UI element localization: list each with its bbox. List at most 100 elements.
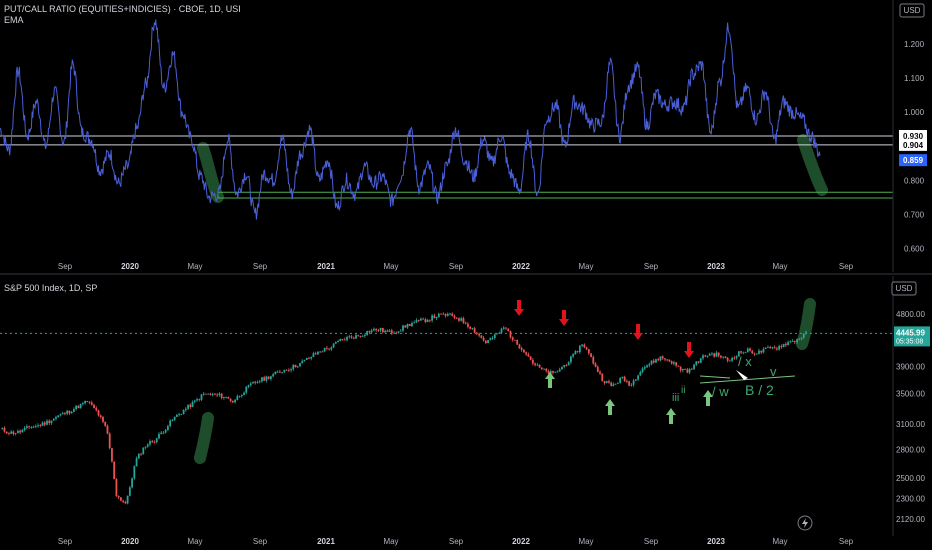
sp500-candle-body — [50, 420, 53, 424]
sp500-candle-body — [789, 341, 792, 343]
wave-label: / w — [712, 384, 729, 399]
sp500-candle-body — [406, 323, 409, 328]
sp500-candle-body — [538, 364, 541, 368]
sp500-candle-body — [238, 396, 241, 397]
sp500-candle-body — [8, 433, 10, 435]
sp500-candle-body — [552, 371, 554, 373]
sp500-candle-body — [124, 501, 127, 504]
sp500-candle-body — [142, 447, 145, 455]
sp500-candle-body — [93, 404, 95, 409]
sp500-candle-body — [621, 376, 624, 378]
sp500-candle-body — [775, 348, 778, 350]
sp500-candle-body — [612, 384, 615, 386]
put-call-x-tick: Sep — [839, 262, 854, 271]
chart-background — [0, 0, 932, 550]
sp500-candle-body — [484, 340, 487, 344]
sp500-candle-body — [133, 466, 136, 479]
sp500-candle-body — [462, 318, 465, 323]
sp500-candle-body — [574, 351, 577, 355]
sp500-last-price: 4445.99 — [896, 328, 925, 337]
put-call-y-tick: 1.100 — [904, 74, 925, 83]
sp500-candle-body — [153, 442, 156, 443]
sp500-candle-body — [758, 350, 760, 354]
sp500-candle-body — [556, 371, 559, 373]
sp500-candle-body — [240, 394, 243, 397]
sp500-candle-body — [661, 356, 664, 359]
sp500-candle-body — [632, 380, 635, 385]
sp500-candle-body — [652, 360, 655, 363]
sp500-candle-body — [108, 433, 111, 449]
sp500-candle-body — [57, 415, 60, 417]
sp500-x-tick: Sep — [58, 537, 73, 546]
sp500-candle-body — [558, 369, 561, 372]
sp500-candle-body — [14, 433, 17, 434]
sp500-candle-body — [299, 363, 301, 367]
sp500-candle-body — [135, 458, 138, 467]
sp500-candle-body — [149, 441, 151, 445]
sp500-candle-body — [128, 487, 131, 496]
sp500-candle-body — [650, 360, 653, 365]
sp500-title: S&P 500 Index, 1D, SP — [4, 283, 97, 293]
put-call-currency-label: USD — [904, 6, 921, 15]
sp500-candle-body — [55, 416, 57, 419]
sp500-candle-body — [21, 429, 24, 433]
sp500-candle-body — [137, 453, 140, 459]
sp500-candle-body — [196, 399, 198, 401]
sp500-candle-body — [191, 401, 194, 407]
sp500-candle-body — [630, 384, 633, 386]
sp500-candle-body — [225, 397, 228, 398]
sp500-candle-body — [787, 342, 789, 346]
sp500-candle-body — [449, 313, 451, 315]
sp500-candle-body — [28, 426, 31, 428]
sp500-candle-body — [88, 402, 91, 403]
sp500-candle-body — [753, 353, 756, 355]
sp500-x-tick: Sep — [644, 537, 659, 546]
sp500-candle-body — [375, 328, 378, 331]
sp500-candle-body — [19, 430, 22, 433]
sp500-candle-body — [270, 376, 272, 379]
sp500-x-tick: May — [383, 537, 398, 546]
sp500-candle-body — [778, 346, 781, 350]
sp500-candle-body — [655, 359, 657, 363]
sp500-candle-body — [715, 352, 718, 357]
sp500-candle-body — [301, 360, 304, 364]
sp500-candle-body — [583, 344, 586, 348]
sp500-candle-body — [162, 432, 165, 434]
sp500-candle-body — [767, 346, 769, 348]
sp500-candle-body — [321, 351, 324, 353]
sp500-candle-body — [531, 359, 534, 364]
sp500-y-tick: 3500.00 — [896, 389, 925, 398]
sp500-candle-body — [207, 393, 210, 395]
sp500-candle-body — [724, 356, 727, 358]
put-call-x-tick: Sep — [58, 262, 73, 271]
put-call-y-tick: 0.800 — [904, 176, 925, 185]
sp500-candle-body — [646, 365, 648, 368]
sp500-candle-body — [48, 420, 51, 424]
sp500-candle-body — [211, 393, 214, 395]
sp500-candle-body — [404, 325, 407, 328]
sp500-candle-body — [209, 393, 212, 395]
sp500-candle-body — [771, 347, 774, 349]
sp500-countdown: 05:35:08 — [896, 338, 923, 345]
sp500-candle-body — [572, 354, 575, 357]
sp500-candle-body — [570, 356, 572, 363]
sp500-candle-body — [274, 371, 277, 375]
sp500-candle-body — [502, 327, 505, 329]
sp500-candle-body — [500, 328, 503, 333]
sp500-candle-body — [666, 359, 669, 361]
sp500-candle-body — [178, 414, 181, 415]
sp500-candle-body — [332, 343, 335, 348]
sp500-candle-body — [706, 355, 709, 357]
sp500-candle-body — [603, 381, 606, 383]
sp500-candle-body — [5, 431, 8, 434]
put-call-x-tick: Sep — [644, 262, 659, 271]
sp500-candle-body — [690, 368, 693, 370]
put-call-x-tick: 2022 — [512, 262, 530, 271]
sp500-candle-body — [79, 403, 82, 409]
sp500-candle-body — [323, 347, 326, 352]
sp500-candle-body — [417, 320, 420, 321]
sp500-candle-body — [102, 416, 104, 422]
sp500-candle-body — [446, 313, 449, 316]
sp500-candle-body — [187, 404, 189, 409]
sp500-candle-body — [222, 397, 225, 398]
